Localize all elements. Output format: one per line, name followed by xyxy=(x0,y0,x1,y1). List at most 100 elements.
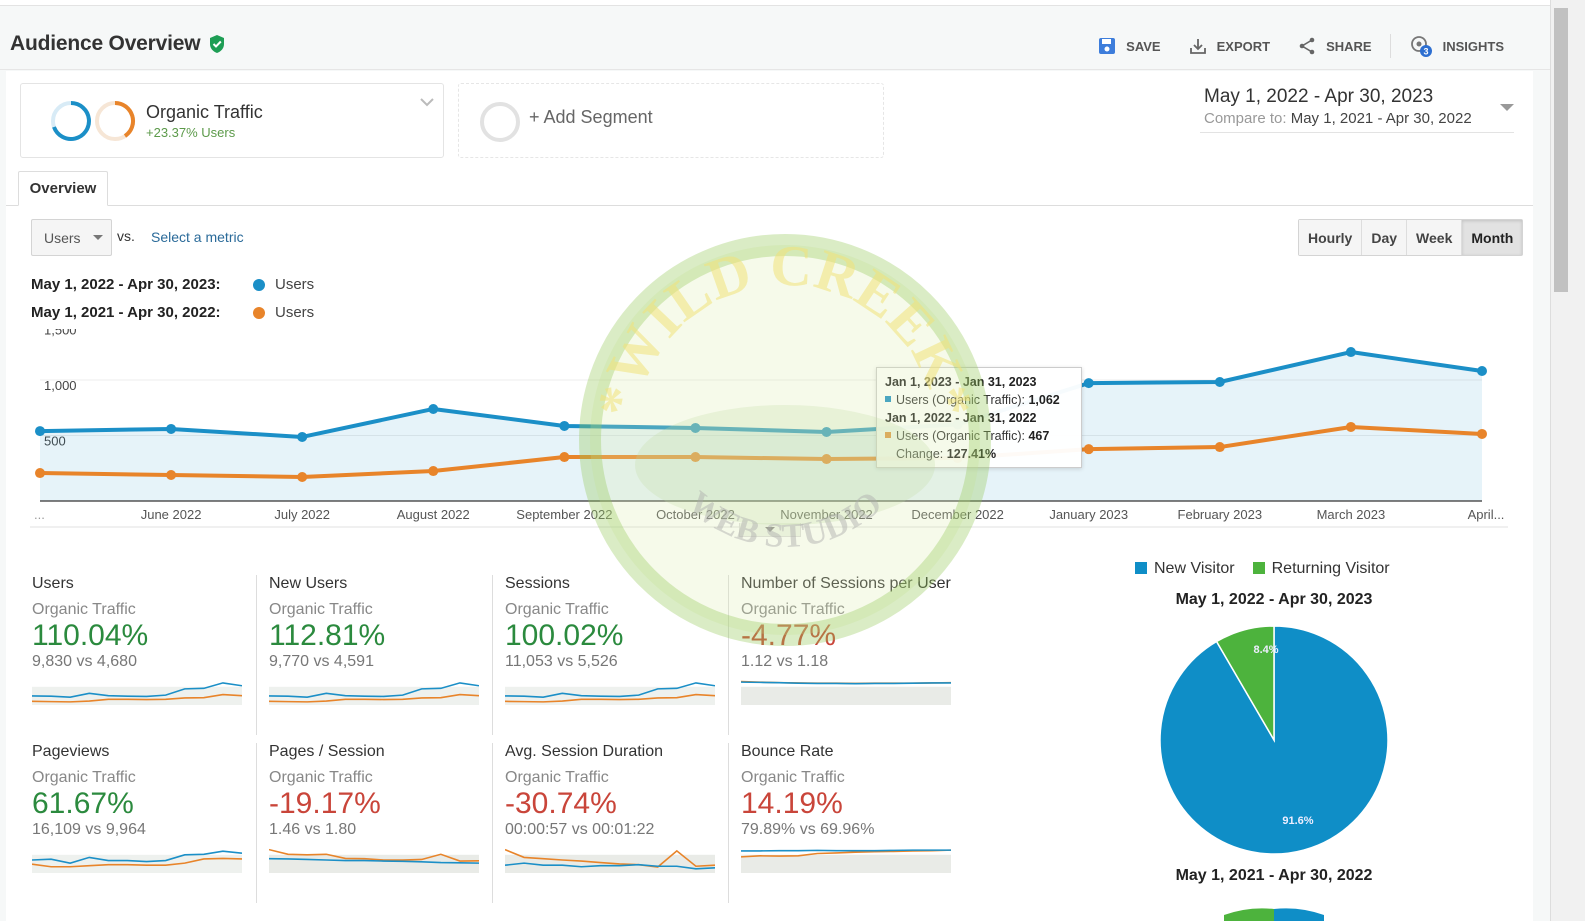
metric-card[interactable]: Pageviews Organic Traffic 61.67% 16,109 vs … xyxy=(20,743,256,903)
tab-overview[interactable]: Overview xyxy=(18,171,108,206)
date-range-picker[interactable]: May 1, 2022 - Apr 30, 2023 Compare to: M… xyxy=(1200,86,1514,133)
share-button[interactable]: SHARE xyxy=(1284,37,1386,55)
data-point-current xyxy=(1083,378,1094,389)
legend-metric: Users xyxy=(275,304,315,321)
save-button[interactable]: SAVE xyxy=(1084,37,1174,55)
select-metric-link[interactable]: Select a metric xyxy=(151,229,244,245)
pie-title-current: May 1, 2022 - Apr 30, 2023 xyxy=(1175,591,1373,608)
tooltip-range-current: Jan 1, 2023 - Jan 31, 2023 xyxy=(885,375,1037,389)
data-point-current xyxy=(1214,377,1225,388)
y-tick-label: 1,500 xyxy=(44,329,77,338)
metric-card[interactable]: Users Organic Traffic 110.04% 9,830 vs 4,68… xyxy=(20,575,256,735)
metric-sparkline xyxy=(741,680,951,705)
granularity-month[interactable]: Month xyxy=(1462,220,1523,255)
visitor-pie-current: 8.4% 91.6% xyxy=(1159,625,1389,855)
granularity-day[interactable]: Day xyxy=(1362,220,1408,255)
metric-name: Pages / Session xyxy=(269,743,385,760)
pie-legend-returning-visitor[interactable]: Returning Visitor xyxy=(1252,560,1390,578)
data-point-current xyxy=(35,426,45,437)
metric-segment: Organic Traffic xyxy=(741,601,845,618)
visitor-pie-previous xyxy=(1224,908,1324,921)
legend-previous: May 1, 2021 - Apr 30, 2022: Users xyxy=(31,304,314,321)
pie-previous-slice-new xyxy=(1274,908,1324,921)
metric-card[interactable]: Number of Sessions per User Organic Traff… xyxy=(728,575,964,735)
users-line-chart: 5001,0001,500...June 2022July 2022August… xyxy=(30,329,1508,528)
compare-label: Compare to: xyxy=(1204,110,1287,127)
export-button[interactable]: EXPORT xyxy=(1175,37,1284,55)
x-tick-label: November 2022 xyxy=(780,507,873,522)
granularity-toggle: Hourly Day Week Month xyxy=(1298,219,1524,256)
legend-current: May 1, 2022 - Apr 30, 2023: Users xyxy=(31,276,314,293)
metric-comparison: 1.12 vs 1.18 xyxy=(741,653,829,670)
insights-badge: 3 xyxy=(1423,47,1428,57)
x-tick-label: January 2023 xyxy=(1049,507,1128,522)
date-range-main: May 1, 2022 - Apr 30, 2023 xyxy=(1204,86,1434,107)
tab-divider xyxy=(6,205,1533,206)
data-point-previous xyxy=(1477,428,1487,439)
scrollbar-thumb[interactable] xyxy=(1554,8,1568,292)
data-point-current xyxy=(690,422,701,433)
insights-label: INSIGHTS xyxy=(1442,38,1504,54)
add-segment-button[interactable]: + Add Segment xyxy=(458,83,884,158)
sparkline-area xyxy=(32,854,242,873)
caret-down-icon xyxy=(1500,104,1514,111)
legend-swatch xyxy=(1252,562,1265,574)
x-tick-label: September 2022 xyxy=(516,507,612,522)
granularity-week[interactable]: Week xyxy=(1407,220,1463,255)
chart-expand-handle[interactable] xyxy=(739,523,801,537)
metric-card[interactable]: Bounce Rate Organic Traffic 14.19% 79.89% v… xyxy=(728,743,964,903)
x-tick-label: March 2023 xyxy=(1317,507,1386,522)
save-icon xyxy=(1099,38,1116,54)
pie-legend-new-visitor[interactable]: New Visitor xyxy=(1135,560,1235,578)
pie-legend: New Visitor Returning Visitor xyxy=(1135,560,1390,578)
metric-name: Pageviews xyxy=(32,743,110,760)
metric-card[interactable]: Sessions Organic Traffic 100.02% 11,053 vs … xyxy=(492,575,728,735)
vertical-scrollbar[interactable] xyxy=(1550,0,1585,921)
data-point-previous xyxy=(35,468,45,479)
metric-change: -30.74% xyxy=(505,787,617,820)
segment-organic-traffic[interactable]: Organic Traffic +23.37% Users xyxy=(20,83,444,158)
x-tick-label: July 2022 xyxy=(274,507,330,522)
y-tick-label: 1,000 xyxy=(44,378,77,393)
metric-comparison: 79.89% vs 69.96% xyxy=(741,821,875,838)
page-title: Audience Overview xyxy=(10,32,226,56)
tooltip-value-current: 1,062 xyxy=(1028,393,1060,407)
empty-segment-ring-icon xyxy=(480,102,520,142)
insights-button[interactable]: 3 INSIGHTS xyxy=(1395,34,1518,58)
add-segment-label: + Add Segment xyxy=(529,107,653,127)
segment-change: +23.37% Users xyxy=(146,125,236,140)
metric-sparkline xyxy=(32,682,242,705)
sparkline-area xyxy=(269,854,479,873)
metric-sparkline xyxy=(269,682,479,705)
metric-name: Avg. Session Duration xyxy=(505,743,664,760)
metric-name: Bounce Rate xyxy=(741,743,834,760)
granularity-hourly[interactable]: Hourly xyxy=(1299,220,1363,255)
metric-change: 14.19% xyxy=(741,787,843,820)
metric-change: 61.67% xyxy=(32,787,134,820)
legend-swatch xyxy=(1135,562,1147,574)
segment-rings-icon xyxy=(51,100,136,141)
compare-range: May 1, 2021 - Apr 30, 2022 xyxy=(1290,110,1472,127)
sparkline-current xyxy=(741,681,951,685)
data-point-previous xyxy=(559,452,570,463)
metric-card[interactable]: New Users Organic Traffic 112.81% 9,770 vs … xyxy=(256,575,492,735)
report-body: Organic Traffic +23.37% Users + Add Segm… xyxy=(6,71,1533,921)
legend-label: Returning Visitor xyxy=(1271,560,1390,577)
series-area-current xyxy=(40,352,1482,501)
data-point-previous xyxy=(428,466,439,477)
chevron-down-icon[interactable] xyxy=(419,94,435,110)
metric-comparison: 9,770 vs 4,591 xyxy=(269,653,374,670)
verified-shield-icon xyxy=(210,35,225,53)
metric-dropdown[interactable]: Users xyxy=(31,219,112,256)
x-tick-label: February 2023 xyxy=(1178,507,1263,522)
share-label: SHARE xyxy=(1326,38,1372,54)
metric-card[interactable]: Pages / Session Organic Traffic -19.17% 1.4… xyxy=(256,743,492,903)
sparkline-area xyxy=(741,854,951,873)
insights-icon: 3 xyxy=(1410,36,1432,57)
toolbar-divider xyxy=(1389,34,1391,58)
data-point-current xyxy=(821,426,832,437)
metric-dropdown-value: Users xyxy=(44,229,81,246)
metric-comparison: 1.46 vs 1.80 xyxy=(269,821,357,838)
metric-segment: Organic Traffic xyxy=(741,769,845,786)
metric-card[interactable]: Avg. Session Duration Organic Traffic -30.… xyxy=(492,743,728,903)
